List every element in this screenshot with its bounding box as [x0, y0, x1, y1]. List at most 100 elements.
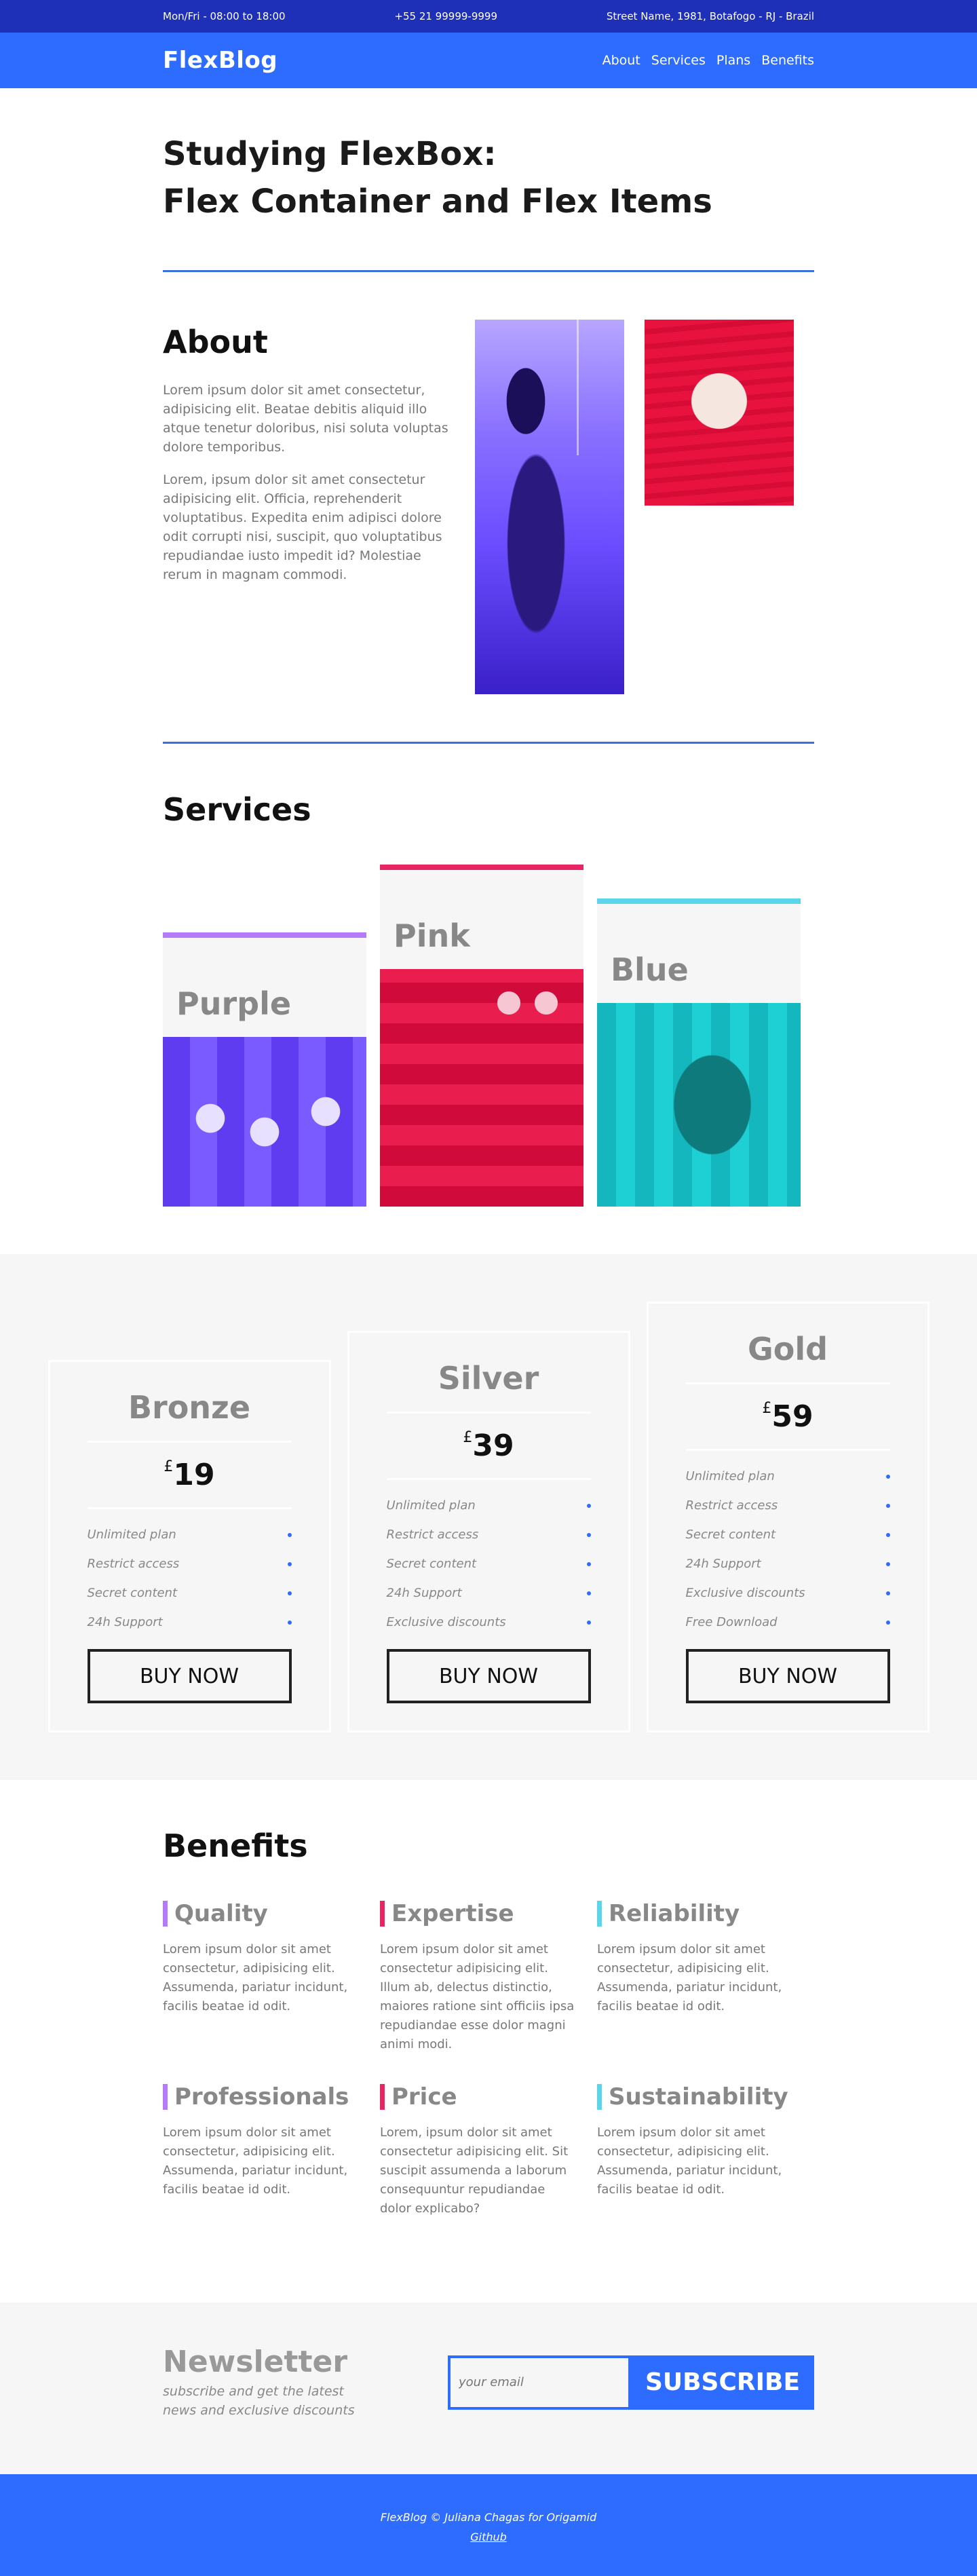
benefit-price: Price Lorem, ipsum dolor sit amet consec…	[380, 2084, 577, 2218]
services-heading: Services	[163, 791, 311, 828]
benefit-text: Lorem, ipsum dolor sit amet consectetur …	[380, 2125, 569, 2216]
bullet-icon	[586, 1620, 591, 1625]
feature-item: 24h Support	[387, 1578, 591, 1608]
benefit-expertise: Expertise Lorem ipsum dolor sit amet con…	[380, 1901, 577, 2054]
benefits-section: Benefits Quality Lorem ipsum dolor sit a…	[0, 1780, 977, 2303]
plan-card-bronze: Bronze £19 Unlimited plan Restrict acces…	[47, 1360, 331, 1732]
subscribe-button[interactable]: SUBSCRIBE	[631, 2355, 814, 2410]
bullet-icon	[287, 1620, 292, 1625]
feature-item: Unlimited plan	[686, 1462, 890, 1491]
service-card-pink[interactable]: Pink	[380, 865, 583, 1207]
benefits-grid: Quality Lorem ipsum dolor sit amet conse…	[163, 1901, 814, 2248]
about-image-hands	[645, 320, 794, 506]
plans-section: Bronze £19 Unlimited plan Restrict acces…	[0, 1254, 977, 1780]
feature-item: Exclusive discounts	[686, 1578, 890, 1608]
benefit-text: Lorem ipsum dolor sit amet consectetur, …	[163, 2125, 348, 2197]
title-line-1: Studying FlexBox:	[163, 135, 497, 173]
benefits-heading: Benefits	[163, 1827, 308, 1864]
service-title: Purple	[176, 985, 292, 1022]
bullet-icon	[586, 1591, 591, 1595]
service-title: Blue	[611, 951, 689, 988]
nav-link-about[interactable]: About	[602, 53, 640, 68]
plan-name: Bronze	[87, 1389, 292, 1443]
plan-card-gold: Gold £59 Unlimited plan Restrict access …	[646, 1302, 930, 1732]
benefit-title: Sustainability	[597, 2084, 794, 2110]
service-accent-bar	[163, 932, 366, 938]
about-text: About Lorem ipsum dolor sit amet consect…	[163, 320, 465, 694]
about-section: About Lorem ipsum dolor sit amet consect…	[0, 272, 977, 694]
services-row: Purple Pink Blue	[163, 865, 814, 1207]
nav-link-benefits[interactable]: Benefits	[761, 53, 814, 68]
benefit-title: Quality	[163, 1901, 360, 1927]
bullet-icon	[885, 1532, 890, 1537]
feature-item: Secret content	[686, 1520, 890, 1549]
plan-price: £39	[386, 1414, 591, 1480]
bullet-icon	[287, 1591, 292, 1595]
feature-item: 24h Support	[686, 1549, 890, 1578]
benefit-sustainability: Sustainability Lorem ipsum dolor sit ame…	[597, 2084, 794, 2218]
benefit-reliability: Reliability Lorem ipsum dolor sit amet c…	[597, 1901, 794, 2054]
benefit-text: Lorem ipsum dolor sit amet consectetur, …	[597, 2125, 782, 2197]
buy-now-button[interactable]: BUY NOW	[685, 1649, 890, 1703]
plan-name: Silver	[386, 1360, 591, 1414]
nav-link-services[interactable]: Services	[651, 53, 706, 68]
service-accent-bar	[380, 865, 583, 870]
plan-price: £19	[87, 1443, 292, 1509]
buy-now-button[interactable]: BUY NOW	[87, 1649, 292, 1703]
nav-link-plans[interactable]: Plans	[716, 53, 750, 68]
main-nav: About Services Plans Benefits	[602, 53, 814, 68]
feature-item: Unlimited plan	[387, 1491, 591, 1520]
plan-price: £59	[685, 1384, 890, 1451]
benefit-text: Lorem ipsum dolor sit amet consectetur, …	[163, 1942, 348, 2013]
phone-number: +55 21 99999-9999	[394, 10, 497, 22]
benefit-text: Lorem ipsum dolor sit amet consectetur, …	[597, 1942, 782, 2013]
about-image-woman	[475, 320, 624, 694]
service-card-blue[interactable]: Blue	[597, 898, 801, 1207]
feature-item: Free Download	[686, 1608, 890, 1637]
benefit-title: Expertise	[380, 1901, 577, 1927]
service-accent-bar	[597, 898, 801, 904]
feature-list: Unlimited plan Restrict access Secret co…	[88, 1520, 292, 1637]
bullet-icon	[885, 1503, 890, 1508]
services-section: Services Purple Pink Blue	[0, 744, 977, 1207]
newsletter-text: Newsletter subscribe and get the latest …	[163, 2345, 380, 2420]
feature-item: Restrict access	[387, 1520, 591, 1549]
logo[interactable]: FlexBlog	[163, 47, 277, 74]
benefit-title: Reliability	[597, 1901, 794, 1927]
feature-item: Unlimited plan	[88, 1520, 292, 1549]
service-card-purple[interactable]: Purple	[163, 932, 366, 1207]
service-image	[163, 1037, 366, 1207]
buy-now-button[interactable]: BUY NOW	[386, 1649, 591, 1703]
benefit-title: Price	[380, 2084, 577, 2110]
bullet-icon	[885, 1620, 890, 1625]
about-heading: About	[163, 324, 268, 360]
github-link[interactable]: Github	[470, 2531, 507, 2543]
site-header: FlexBlog About Services Plans Benefits	[0, 33, 977, 88]
feature-item: 24h Support	[88, 1608, 292, 1637]
about-paragraph-1: Lorem ipsum dolor sit amet consectetur, …	[163, 383, 448, 455]
bullet-icon	[885, 1474, 890, 1479]
benefit-quality: Quality Lorem ipsum dolor sit amet conse…	[163, 1901, 360, 2054]
plan-name: Gold	[685, 1331, 890, 1384]
newsletter-form: SUBSCRIBE	[448, 2355, 814, 2410]
service-image	[597, 1003, 801, 1207]
business-hours: Mon/Fri - 08:00 to 18:00	[163, 10, 286, 22]
email-input[interactable]	[448, 2355, 631, 2410]
title-line-2: Flex Container and Flex Items	[163, 183, 712, 221]
address: Street Name, 1981, Botafogo - RJ - Brazi…	[606, 10, 814, 22]
bullet-icon	[885, 1561, 890, 1566]
service-title: Pink	[394, 917, 470, 954]
bullet-icon	[885, 1591, 890, 1595]
feature-item: Exclusive discounts	[387, 1608, 591, 1637]
benefit-professionals: Professionals Lorem ipsum dolor sit amet…	[163, 2084, 360, 2218]
feature-item: Secret content	[88, 1578, 292, 1608]
bullet-icon	[586, 1532, 591, 1537]
bullet-icon	[287, 1532, 292, 1537]
feature-item: Restrict access	[88, 1549, 292, 1578]
feature-item: Restrict access	[686, 1491, 890, 1520]
benefit-text: Lorem ipsum dolor sit amet consectetur a…	[380, 1942, 575, 2051]
bullet-icon	[287, 1561, 292, 1566]
footer-credit: FlexBlog © Juliana Chagas for Origamid	[380, 2511, 597, 2524]
feature-item: Secret content	[387, 1549, 591, 1578]
bullet-icon	[586, 1561, 591, 1566]
